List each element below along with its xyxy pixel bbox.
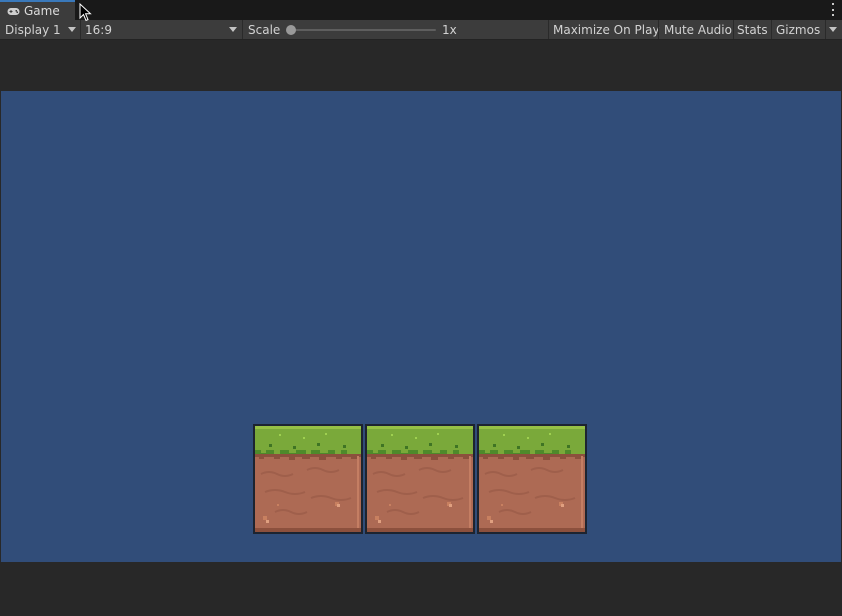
scale-label: Scale <box>248 22 281 37</box>
stats-button[interactable]: Stats <box>733 20 771 39</box>
scale-slider-handle[interactable] <box>286 25 296 35</box>
aspect-dropdown-label: 16:9 <box>85 22 112 37</box>
mouse-cursor-icon <box>79 3 92 22</box>
display-dropdown-arrow-icon <box>68 27 76 32</box>
game-viewport[interactable] <box>1 91 841 562</box>
tab-game-label: Game <box>24 4 60 18</box>
more-options-icon[interactable] <box>831 3 835 16</box>
display-dropdown[interactable]: Display 1 <box>0 20 80 39</box>
letterbox-top <box>0 41 842 91</box>
toolbar-separator <box>242 20 243 39</box>
gamepad-icon <box>7 7 20 15</box>
mute-audio-button[interactable]: Mute Audio <box>658 20 733 39</box>
grass-dirt-tile <box>477 424 587 534</box>
gizmos-dropdown-arrow-icon <box>829 27 837 32</box>
scale-slider-track[interactable] <box>294 29 436 31</box>
gizmos-dropdown[interactable] <box>825 20 842 39</box>
letterbox-bottom <box>0 562 842 616</box>
grass-dirt-tile <box>253 424 363 534</box>
gizmos-button[interactable]: Gizmos <box>771 20 825 39</box>
game-toolbar: Display 1 16:9 Scale 1x Maximize On Play… <box>0 20 842 40</box>
grass-dirt-tile <box>365 424 475 534</box>
aspect-dropdown-arrow-icon <box>229 27 237 32</box>
aspect-dropdown[interactable]: 16:9 <box>81 20 242 39</box>
maximize-on-play-button[interactable]: Maximize On Play <box>548 20 660 39</box>
tab-strip: Game <box>0 0 842 20</box>
scale-value: 1x <box>442 22 457 37</box>
tab-game[interactable]: Game <box>0 0 75 20</box>
display-dropdown-label: Display 1 <box>5 22 61 37</box>
